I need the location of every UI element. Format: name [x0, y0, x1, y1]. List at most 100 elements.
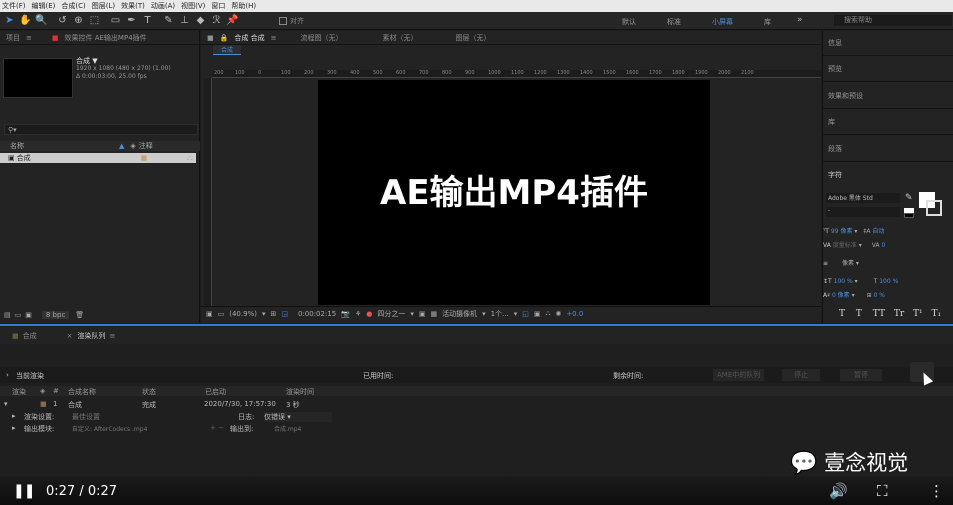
panel-effects-presets[interactable]: 效果和预设 [828, 91, 863, 101]
close-icon[interactable]: ■ [207, 34, 214, 42]
menu-effect[interactable]: 效果(T) [121, 1, 145, 11]
stroke-width-value[interactable]: 像素 [842, 260, 854, 267]
tab-layer[interactable]: 图层（无） [455, 33, 490, 43]
views-select[interactable]: 1个... [491, 309, 509, 319]
roto-tool-icon[interactable]: ℛ [210, 14, 223, 27]
panel-library[interactable]: 库 [828, 117, 835, 127]
tab-comp-viewer[interactable]: 合成 合成 [234, 33, 264, 43]
project-search-input[interactable]: ⚲▾ [4, 124, 198, 135]
output-to-value[interactable]: 合成.mp4 [274, 424, 301, 433]
pause-button[interactable]: ❚❚ [13, 483, 35, 499]
transparency-icon[interactable]: ▦ [430, 310, 437, 318]
fast-preview-icon[interactable]: ◱ [522, 310, 529, 318]
tab-footage[interactable]: 素材（无） [382, 33, 417, 43]
add-icon[interactable]: + − [210, 424, 224, 432]
menu-layer[interactable]: 图层(L) [92, 1, 115, 11]
menu-file[interactable]: 文件(F) [2, 1, 26, 11]
menu-icon[interactable]: ≡ [26, 34, 32, 42]
pen-tool-icon[interactable]: ✒ [125, 14, 138, 27]
flow-icon[interactable]: ⛬ [546, 309, 551, 318]
col-index[interactable]: # [53, 387, 59, 395]
monitor-icon[interactable]: ▭ [218, 310, 225, 318]
more-workspaces-icon[interactable]: » [797, 15, 803, 25]
expand-icon[interactable]: ▸ [12, 412, 16, 420]
interpret-icon[interactable]: ▤ [4, 311, 11, 319]
render-item-row[interactable]: ▾ ■ 1 合成 完成 2020/7/30, 17:57:30 3 秒 [0, 400, 400, 410]
project-row-comp[interactable]: ▣ 合成 ■ [0, 153, 196, 163]
render-settings-value[interactable]: 最佳设置 [72, 412, 100, 422]
brush-tool-icon[interactable]: ✎ [162, 14, 175, 27]
menu-window[interactable]: 窗口 [211, 1, 225, 11]
tab-flowchart[interactable]: 流程图（无） [300, 33, 342, 43]
show-snapshot-icon[interactable]: ⚘ [355, 310, 361, 318]
sort-icon[interactable]: ▲ [119, 142, 124, 150]
exposure-value[interactable]: +0.0 [566, 310, 583, 318]
col-render-time[interactable]: 渲染时间 [286, 387, 314, 397]
superscript-button[interactable]: T¹ [913, 309, 923, 319]
tsume-value[interactable]: 0 % [874, 292, 885, 299]
all-caps-button[interactable]: TT [873, 309, 885, 319]
pause-button[interactable]: 暂停 [840, 369, 882, 381]
volume-icon[interactable]: 🔊 [829, 482, 848, 500]
font-select[interactable]: Adobe 黑体 Std [826, 193, 900, 203]
menu-animation[interactable]: 动画(A) [151, 1, 175, 11]
col-started[interactable]: 已启动 [205, 387, 226, 397]
small-caps-button[interactable]: Tr [894, 309, 904, 319]
panel-preview[interactable]: 预览 [828, 64, 842, 74]
leading-value[interactable]: 自动 [872, 228, 884, 235]
panel-paragraph[interactable]: 段落 [828, 144, 842, 154]
fullscreen-icon[interactable]: ⛶ [877, 482, 888, 500]
kerning-value[interactable]: 度量标准 [833, 242, 857, 249]
more-options-icon[interactable]: ⋮ [929, 482, 944, 500]
eraser-tool-icon[interactable]: ◆ [194, 14, 207, 27]
search-help-input[interactable]: 搜索帮助 [834, 15, 952, 26]
trash-icon[interactable]: 🗑 [75, 311, 84, 319]
selection-tool-icon[interactable]: ➤ [3, 14, 16, 27]
tab-timeline-comp[interactable]: 合成 [23, 331, 37, 341]
menu-composition[interactable]: 合成(C) [61, 1, 85, 11]
col-comment[interactable]: 注释 [139, 141, 153, 151]
font-size-value[interactable]: 99 像素 [831, 228, 853, 235]
stroke-color-swatch[interactable] [926, 200, 942, 216]
new-comp-icon[interactable]: ▣ [25, 311, 32, 319]
menu-icon[interactable]: ≡ [271, 34, 277, 42]
safe-zones-icon[interactable]: ⊞ [270, 310, 276, 318]
faux-bold-button[interactable]: T [839, 309, 845, 319]
clone-tool-icon[interactable]: ⊥ [178, 14, 191, 27]
align-checkbox[interactable] [279, 16, 287, 25]
camera-select[interactable]: 活动摄像机 [442, 309, 477, 319]
log-select[interactable]: 仅错误 ▾ [264, 412, 332, 422]
resolution-select[interactable]: 四分之一 [377, 309, 405, 319]
timecode[interactable]: 0:00:02:15 [298, 310, 336, 318]
workspace-library[interactable]: 库 [764, 17, 771, 27]
hscale-value[interactable]: 100 % [879, 278, 898, 285]
baseline-value[interactable]: 0 像素 [832, 292, 850, 299]
ame-queue-button[interactable]: AME中的队列 [713, 369, 765, 381]
col-render[interactable]: 渲染 [12, 387, 26, 397]
comp-name[interactable]: 合成 ▼ [76, 57, 171, 65]
col-comp-name[interactable]: 合成名称 [68, 387, 96, 397]
tab-render-queue[interactable]: 渲染队列 [78, 331, 106, 341]
bpc-toggle[interactable]: 8 bpc [41, 311, 70, 319]
workspace-default[interactable]: 默认 [622, 17, 636, 27]
expand-icon[interactable]: › [6, 371, 9, 379]
workspace-standard[interactable]: 标准 [667, 17, 681, 27]
rotate-tool-icon[interactable]: ↺ [56, 14, 69, 27]
zoom-select[interactable]: (40.9%) [229, 310, 257, 318]
zoom-tool-icon[interactable]: 🔍 [35, 14, 48, 27]
timeline-icon[interactable]: ▣ [534, 310, 541, 318]
region-icon[interactable]: ▣ [419, 310, 426, 318]
expand-icon[interactable]: ▸ [12, 424, 16, 432]
camera-tool-icon[interactable]: ⊕ [72, 14, 85, 27]
panel-info[interactable]: 信息 [828, 38, 842, 48]
menu-help[interactable]: 帮助(H) [231, 1, 256, 11]
eyedropper-icon[interactable]: ✎ [905, 193, 913, 203]
menu-edit[interactable]: 编辑(E) [32, 1, 56, 11]
workspace-small-screen[interactable]: 小屏幕 [712, 17, 733, 27]
color-channel-icon[interactable]: ● [366, 310, 372, 318]
subscript-button[interactable]: T₁ [932, 309, 942, 319]
output-module-value[interactable]: 自定义: AfterCodecs .mp4 [72, 424, 147, 433]
subtab-comp[interactable]: 合成 [213, 45, 242, 55]
lock-icon[interactable]: 🔒 [220, 34, 229, 42]
menu-view[interactable]: 视图(V) [181, 1, 205, 11]
